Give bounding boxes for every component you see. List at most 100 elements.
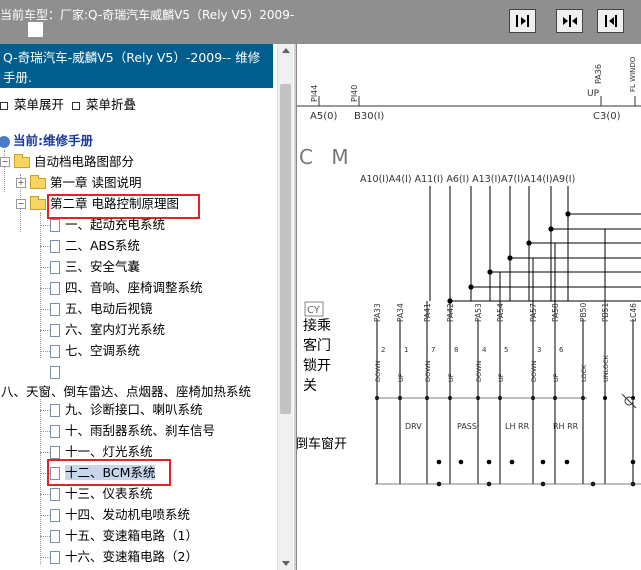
pin-state-label: UP: [397, 373, 405, 382]
pin-number: 5: [504, 346, 508, 354]
expand-right-button[interactable]: [597, 9, 624, 33]
document-icon: [50, 446, 60, 459]
tree-root-label: 当前:维修手册: [13, 133, 93, 148]
navigation-panel: Q-奇瑞汽车-威麟V5（Rely V5）-2009-- 维修手册. 菜单展开 菜…: [0, 44, 293, 570]
tree-item-instrument[interactable]: 十三、仪表系统: [50, 484, 153, 504]
folder-icon: [30, 175, 46, 189]
tree-item-label: 五、电动后视镜: [65, 301, 153, 316]
pin-label: PA42: [446, 303, 455, 322]
tree-root[interactable]: 当前:维修手册: [0, 131, 93, 151]
connector-label: UP: [587, 89, 600, 99]
pin-label: PB51: [601, 303, 610, 322]
pin-label: PI40: [350, 85, 359, 102]
document-icon: [50, 488, 60, 501]
scroll-up-icon[interactable]: [282, 48, 290, 53]
highlight-box: [47, 459, 171, 486]
junction-dot: [458, 459, 464, 465]
scrollbar-thumb[interactable]: [280, 84, 291, 414]
pin-label: PA58: [551, 303, 560, 322]
pin-label: PA36: [594, 64, 603, 84]
pin-state-label: LOCK: [580, 364, 588, 382]
document-icon: [50, 530, 60, 543]
pin-state-label: DOWN: [374, 360, 382, 382]
pin-state-label: DOWN: [475, 360, 483, 382]
document-icon: [50, 219, 60, 232]
tree-item-diagnostic-horn[interactable]: 九、诊断接口、喇叭系统: [50, 400, 203, 420]
tree-item-airbag[interactable]: 三、安全气囊: [50, 257, 140, 277]
pin-state-label: UP: [552, 373, 560, 382]
expand-toggle-icon[interactable]: +: [16, 178, 26, 188]
scroll-down-icon[interactable]: [282, 561, 290, 566]
tree-item-transmission-2[interactable]: 十六、变速箱电路（2）: [50, 547, 198, 567]
pin-label: PA41: [423, 303, 432, 322]
document-icon: [50, 282, 60, 295]
manual-root-icon: [0, 135, 10, 148]
connector-label: C3(0): [593, 111, 621, 122]
tree-item-label: 十、雨刮器系统、刹车信号: [65, 423, 216, 438]
vehicle-icon: [28, 22, 43, 37]
tree-item-ac[interactable]: 七、空调系统: [50, 341, 140, 361]
split-arrows-icon: [563, 15, 577, 27]
title-bar: 当前车型：厂家:Q-奇瑞汽车威麟V5（Rely V5）2009-: [0, 0, 641, 44]
pin-label: PA57: [529, 303, 538, 322]
junction-dot: [548, 226, 554, 232]
tree-item-wiper-brake[interactable]: 十、雨刮器系统、刹车信号: [50, 421, 215, 441]
tree-item-interior-lights[interactable]: 六、室内灯光系统: [50, 320, 165, 340]
bus-labels: A10(I)A4(I) A11(I) A6(I) A13(I)A7(I)A14(…: [360, 174, 575, 185]
tree-scrollbar[interactable]: [277, 44, 293, 570]
current-vehicle-label: 当前车型：: [0, 8, 61, 22]
side-text: 锁开: [303, 358, 331, 374]
pin-number: 4: [482, 346, 487, 354]
pin-state-label: DOWN: [424, 360, 432, 382]
cy-label: CY: [307, 305, 321, 316]
tree-item-audio-seat[interactable]: 四、音响、座椅调整系统: [50, 278, 203, 298]
tree-item-chapter-1[interactable]: 第一章 读图说明: [30, 173, 141, 193]
tree-item-transmission-1[interactable]: 十五、变速箱电路（1）: [50, 526, 198, 546]
tree-item-label: 八、天窗、倒车雷达、点烟器、座椅加热系统: [1, 384, 252, 399]
document-icon: [50, 345, 60, 358]
tree-item-auto-circuit[interactable]: 自动档电路图部分: [14, 152, 134, 172]
pin-state-label: UNLOCK: [602, 354, 610, 382]
arrow-left-bar-icon: [605, 15, 617, 27]
junction-dot: [507, 255, 513, 261]
pin-number: 8: [454, 346, 458, 354]
tree-item-blank[interactable]: [50, 362, 65, 382]
terminal-dot: [603, 396, 607, 400]
tree-item-abs[interactable]: 二、ABS系统: [50, 236, 140, 256]
diagram-view: PI44 PI40 PA36 FL WINDO A5(0) B30(I) UP …: [297, 44, 641, 570]
tree-item-label: 十五、变速箱电路（1）: [65, 528, 198, 543]
junction-dot: [447, 298, 453, 304]
side-text: 倒车窗开: [297, 436, 347, 452]
tree-item-starting-charging[interactable]: 一、起动充电系统: [50, 215, 165, 235]
tree-item-label: 二、ABS系统: [65, 238, 140, 253]
switch-label: DRV: [405, 422, 422, 431]
document-icon: [50, 551, 60, 564]
collapse-toggle-icon[interactable]: −: [16, 199, 26, 209]
pin-label: PB50: [579, 303, 588, 322]
document-icon: [50, 404, 60, 417]
document-icon: [50, 366, 60, 379]
tree-item-sunroof[interactable]: 八、天窗、倒车雷达、点烟器、座椅加热系统: [1, 382, 251, 402]
expand-left-button[interactable]: [509, 9, 536, 33]
switch-label: PASS: [457, 422, 477, 431]
junction-dot: [509, 459, 515, 465]
pin-label: LC46: [629, 303, 638, 322]
split-both-button[interactable]: [556, 9, 583, 33]
tree-item-label: 三、安全气囊: [65, 259, 141, 274]
switch-label: LH RR: [505, 422, 530, 431]
tree-item-label: 第一章 读图说明: [50, 175, 142, 190]
tree-item-mirrors[interactable]: 五、电动后视镜: [50, 299, 153, 319]
document-icon: [50, 324, 60, 337]
pin-label: PA54: [496, 303, 505, 322]
vehicle-name: 厂家:Q-奇瑞汽车威麟V5（Rely V5）2009-: [60, 8, 295, 22]
tree-item-label: 十一、灯光系统: [65, 444, 153, 459]
side-text: 关: [303, 378, 317, 394]
switch-label: RH RR: [553, 422, 579, 431]
arrow-right-bar-icon: [516, 15, 529, 27]
junction-dot: [526, 240, 532, 246]
document-icon: [50, 303, 60, 316]
collapse-toggle-icon[interactable]: −: [0, 157, 10, 167]
tree-item-engine[interactable]: 十四、发动机电喷系统: [50, 505, 190, 525]
tree-item-label: 九、诊断接口、喇叭系统: [65, 402, 203, 417]
current-vehicle: 当前车型：厂家:Q-奇瑞汽车威麟V5（Rely V5）2009-: [0, 6, 294, 23]
